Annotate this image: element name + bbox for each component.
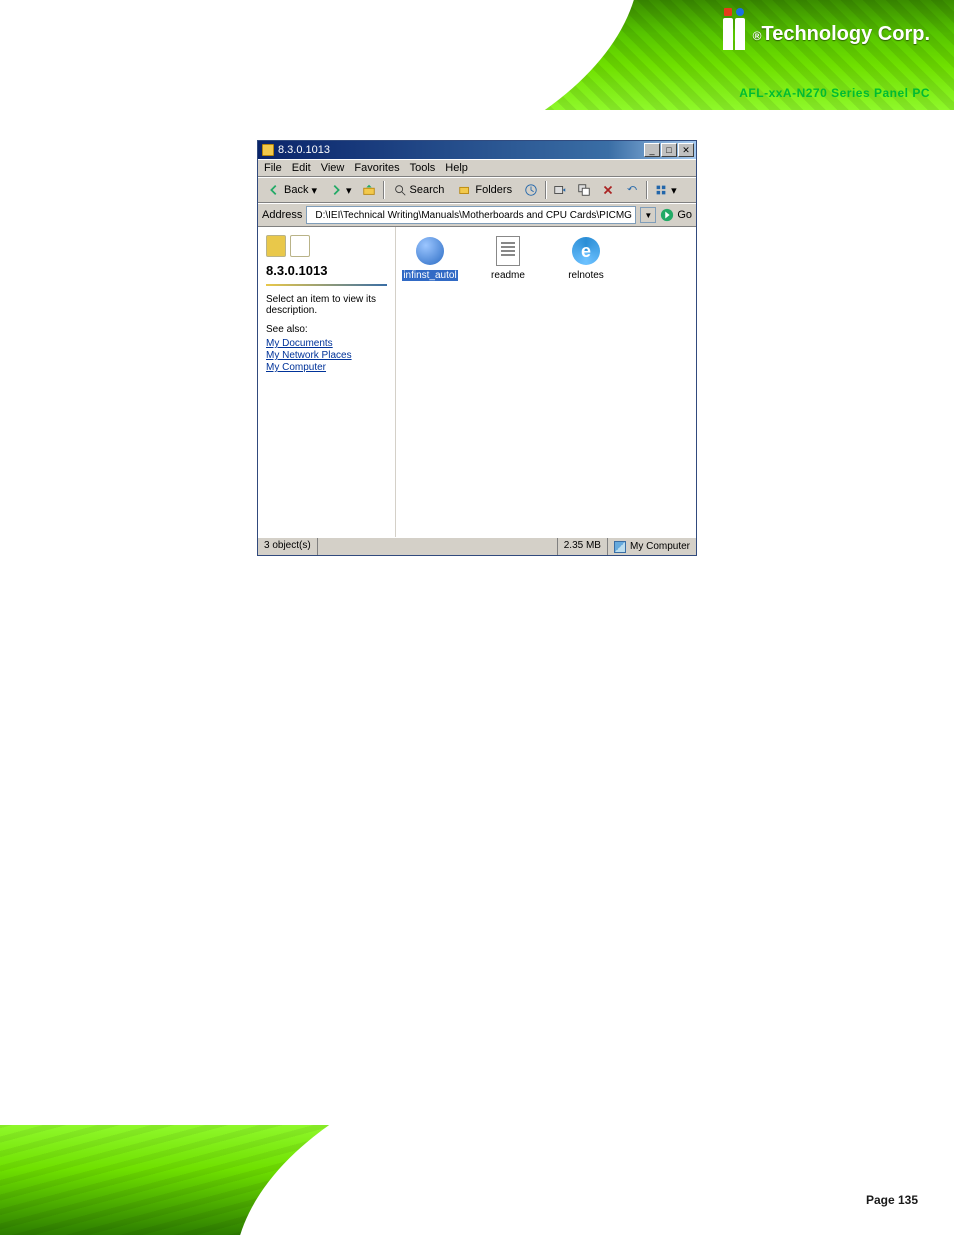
address-field[interactable]: D:\IEI\Technical Writing\Manuals\Motherb… [306, 206, 636, 224]
status-objects: 3 object(s) [258, 538, 318, 555]
my-computer-icon [614, 541, 626, 553]
document-page: ®Technology Corp. AFL-xxA-N270 Series Pa… [0, 0, 954, 1235]
title-bar[interactable]: 8.3.0.1013 _ □ ✕ [258, 141, 696, 159]
up-button[interactable] [359, 180, 379, 200]
toolbar: Back ▾ ▾ Search Folders [258, 177, 696, 203]
page-number: Page 135 [866, 1193, 918, 1207]
info-pane: 8.3.0.1013 Select an item to view its de… [258, 227, 396, 537]
menu-help[interactable]: Help [445, 162, 468, 174]
views-icon [654, 183, 668, 197]
menu-edit[interactable]: Edit [292, 162, 311, 174]
file-label: relnotes [568, 270, 604, 281]
search-icon [393, 183, 407, 197]
folder-up-icon [362, 183, 376, 197]
toolbar-separator [545, 181, 546, 199]
arrow-right-icon [329, 183, 343, 197]
toolbar-separator [383, 181, 384, 199]
go-button[interactable]: Go [660, 208, 692, 222]
menu-view[interactable]: View [321, 162, 345, 174]
menu-favorites[interactable]: Favorites [354, 162, 399, 174]
folder-icon [262, 144, 274, 156]
logo-text: ®Technology Corp. [753, 23, 930, 46]
folder-large-icon [266, 235, 387, 257]
folders-button[interactable]: Folders [453, 180, 517, 200]
divider [266, 284, 387, 286]
undo-icon [625, 183, 639, 197]
menu-file[interactable]: File [264, 162, 282, 174]
link-my-documents[interactable]: My Documents [266, 338, 387, 349]
figure-explorer-window: 8.3.0.1013 _ □ ✕ File Edit View Favorite… [257, 140, 697, 556]
file-label: infinst_autol [402, 270, 457, 281]
history-button[interactable] [521, 180, 541, 200]
file-list-pane[interactable]: infinst_autol readme relnotes [396, 227, 696, 537]
delete-icon [601, 183, 615, 197]
file-label: readme [491, 270, 525, 281]
arrow-left-icon [267, 183, 281, 197]
maximize-button[interactable]: □ [661, 143, 677, 157]
minimize-button[interactable]: _ [644, 143, 660, 157]
back-button[interactable]: Back ▾ [262, 180, 322, 200]
address-bar: Address D:\IEI\Technical Writing\Manuals… [258, 203, 696, 227]
address-path: D:\IEI\Technical Writing\Manuals\Motherb… [315, 210, 636, 221]
move-to-button[interactable] [550, 180, 570, 200]
logo-mark [723, 18, 745, 50]
go-icon [660, 208, 674, 222]
views-button[interactable]: ▾ [651, 180, 680, 200]
window-title: 8.3.0.1013 [278, 144, 330, 156]
status-size: 2.35 MB [558, 538, 608, 555]
file-item-infinst-autol[interactable]: infinst_autol [402, 235, 458, 281]
link-my-network-places[interactable]: My Network Places [266, 350, 387, 361]
copy-to-icon [577, 183, 591, 197]
toolbar-separator [646, 181, 647, 199]
file-item-readme[interactable]: readme [480, 235, 536, 281]
company-logo: ®Technology Corp. [723, 18, 930, 50]
footer-white-sweep [234, 1015, 954, 1235]
delete-button[interactable] [598, 180, 618, 200]
copy-to-button[interactable] [574, 180, 594, 200]
forward-button[interactable]: ▾ [326, 180, 355, 200]
folder-name-heading: 8.3.0.1013 [266, 263, 387, 278]
search-button[interactable]: Search [388, 180, 450, 200]
document-icon [492, 235, 524, 267]
window-frame: 8.3.0.1013 _ □ ✕ File Edit View Favorite… [257, 140, 697, 556]
address-label: Address [262, 209, 302, 221]
status-spacer [318, 538, 558, 555]
status-bar: 3 object(s) 2.35 MB My Computer [258, 537, 696, 555]
history-icon [524, 183, 538, 197]
menu-bar: File Edit View Favorites Tools Help [258, 159, 696, 177]
menu-tools[interactable]: Tools [410, 162, 436, 174]
file-item-relnotes[interactable]: relnotes [558, 235, 614, 281]
status-location: My Computer [608, 539, 696, 555]
close-button[interactable]: ✕ [678, 143, 694, 157]
product-title: AFL-xxA-N270 Series Panel PC [739, 86, 930, 100]
globe-icon [414, 235, 446, 267]
ie-icon [570, 235, 602, 267]
address-dropdown-button[interactable]: ▼ [640, 207, 656, 223]
selection-hint: Select an item to view its description. [266, 294, 387, 316]
folders-icon [458, 183, 472, 197]
move-to-icon [553, 183, 567, 197]
undo-button[interactable] [622, 180, 642, 200]
link-my-computer[interactable]: My Computer [266, 362, 387, 373]
see-also-label: See also: [266, 324, 387, 335]
client-area: 8.3.0.1013 Select an item to view its de… [258, 227, 696, 537]
